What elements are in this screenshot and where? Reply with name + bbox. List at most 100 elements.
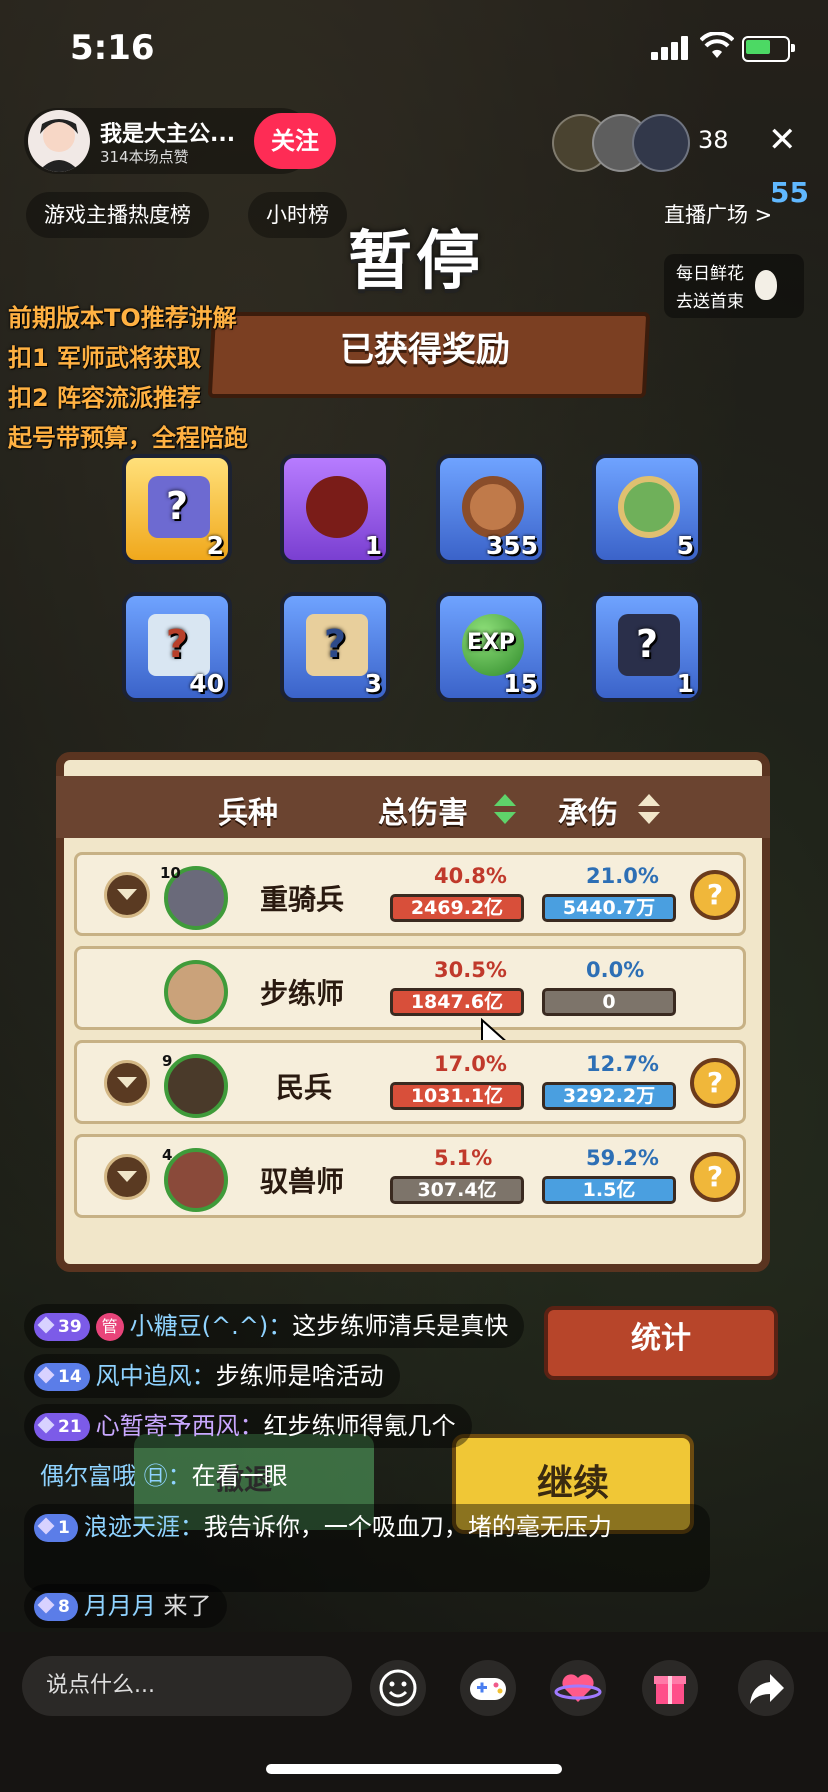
gift-icon[interactable] [642, 1660, 698, 1716]
reward-mystery-chest[interactable]: ? 2 [122, 454, 232, 564]
column-damage[interactable]: 总伤害 [378, 788, 468, 832]
question-mark: ? [165, 484, 189, 528]
follow-button[interactable]: 关注 [254, 113, 336, 169]
unit-name: 民兵 [276, 1071, 333, 1104]
battery-icon [742, 36, 795, 62]
comment-input[interactable]: 说点什么... [22, 1656, 352, 1716]
damage-value: 2469.2亿 [390, 894, 524, 922]
reward-exp-orb[interactable]: EXP 15 [436, 592, 546, 702]
damage-percent: 40.8% [434, 864, 507, 888]
chat-username[interactable]: 月月月 [84, 1592, 156, 1620]
taken-value: 0 [542, 988, 676, 1016]
pause-title: 暂停 [348, 225, 484, 299]
question-mark: ? [165, 622, 189, 666]
hour-rank-tag[interactable]: 小时榜 [248, 192, 347, 238]
reward-scroll-blue[interactable]: ? 40 [122, 592, 232, 702]
user-level-badge: 8 [34, 1593, 78, 1621]
promo-line-1: 前期版本TO推荐讲解 [8, 304, 237, 332]
taken-sort-icon[interactable] [638, 794, 660, 824]
stats-button[interactable]: 统计 [544, 1306, 778, 1380]
taken-percent: 21.0% [586, 864, 659, 888]
reward-wine-jar[interactable]: 1 [280, 454, 390, 564]
reward-title: 已获得奖励 [340, 330, 510, 370]
chat-text: 在看一眼 [191, 1462, 288, 1490]
damage-value: 307.4亿 [390, 1176, 524, 1204]
expand-row-icon[interactable] [104, 1060, 150, 1106]
chat-text: 来了 [163, 1592, 212, 1620]
chat-message[interactable]: 39 管小糖豆(^.^)：这步练师清兵是真快 [24, 1304, 525, 1348]
chat-message[interactable]: 1 浪迹天涯：我告诉你，一个吸血刀，堵的毫无压力 [24, 1504, 710, 1592]
status-time: 5:16 [70, 28, 155, 68]
chat-message[interactable]: 21 心暂寄予西风：红步练师得氪几个 [24, 1404, 472, 1448]
damage-percent: 17.0% [434, 1052, 507, 1076]
unit-avatar [164, 1148, 228, 1212]
flower-gift-icon [755, 270, 777, 300]
unit-info-button[interactable]: ? [690, 870, 740, 920]
user-level-badge: 39 [34, 1313, 90, 1341]
game-controller-icon[interactable] [460, 1660, 516, 1716]
copper-coin-icon [462, 476, 524, 538]
share-icon[interactable] [738, 1660, 794, 1716]
promo-line-4: 起号带预算，全程陪跑 [8, 424, 248, 452]
chat-text: 我告诉你，一个吸血刀，堵的毫无压力 [203, 1513, 612, 1541]
unit-name: 重骑兵 [260, 883, 345, 916]
viewer-count[interactable]: 38 [698, 126, 729, 154]
reward-scroll-tan[interactable]: ? 3 [280, 592, 390, 702]
column-taken[interactable]: 承伤 [558, 788, 618, 832]
chat-message[interactable]: 8 月月月 来了 [24, 1584, 228, 1628]
reward-jade-pendant[interactable]: 5 [592, 454, 702, 564]
moderator-badge: 管 [95, 1313, 124, 1341]
reward-copper-coin[interactable]: 355 [436, 454, 546, 564]
reward-count: 40 [189, 669, 224, 698]
emoji-icon[interactable] [370, 1660, 426, 1716]
jade-pendant-icon [618, 476, 680, 538]
unit-avatar [164, 960, 228, 1024]
reward-count: 15 [503, 669, 538, 698]
chat-username[interactable]: 偶尔富哦 ㊐： [40, 1462, 192, 1490]
chat-username[interactable]: 心暂寄予西风： [96, 1412, 264, 1440]
reward-count: 2 [206, 531, 224, 560]
close-icon[interactable]: ✕ [768, 120, 797, 160]
chat-username[interactable]: 浪迹天涯： [84, 1513, 204, 1541]
taken-percent: 12.7% [586, 1052, 659, 1076]
damage-sort-icon[interactable] [494, 794, 516, 824]
damage-value: 1031.1亿 [390, 1082, 524, 1110]
streamer-name: 我是大主公... [100, 122, 236, 147]
unit-level: 10 [160, 864, 181, 882]
unit-level: 9 [162, 1052, 173, 1070]
unit-name: 步练师 [260, 977, 345, 1010]
chat-username[interactable]: 小糖豆(^.^)： [130, 1312, 293, 1340]
user-level-badge: 14 [34, 1363, 90, 1391]
chat-text: 红步练师得氪几个 [263, 1412, 456, 1440]
viewer-avatar[interactable] [632, 114, 690, 172]
damage-value: 1847.6亿 [390, 988, 524, 1016]
home-indicator[interactable] [266, 1764, 562, 1774]
heart-planet-icon[interactable] [550, 1660, 606, 1716]
wifi-icon [700, 32, 734, 58]
damage-percent: 5.1% [434, 1146, 493, 1170]
hot-rank-tag[interactable]: 游戏主播热度榜 [26, 192, 209, 238]
chat-text: 这步练师清兵是真快 [292, 1312, 509, 1340]
daily-flower-card[interactable]: 每日鲜花 去送首束 [664, 254, 804, 318]
taken-percent: 59.2% [586, 1146, 659, 1170]
chat-username[interactable]: 风中追风： [96, 1362, 216, 1390]
live-square-link[interactable]: 直播广场 > [664, 192, 772, 238]
unit-info-button[interactable]: ? [690, 1152, 740, 1202]
damage-percent: 30.5% [434, 958, 507, 982]
reward-count: 355 [485, 531, 538, 560]
cellular-signal-icon [651, 36, 691, 60]
chat-message[interactable]: 偶尔富哦 ㊐：在看一眼 [24, 1454, 304, 1498]
taken-value: 3292.2万 [542, 1082, 676, 1110]
expand-row-icon[interactable] [104, 1154, 150, 1200]
reward-count: 5 [676, 531, 694, 560]
unit-avatar [164, 1054, 228, 1118]
game-level-badge: 55 [770, 176, 809, 209]
streamer-avatar[interactable] [28, 110, 90, 172]
chat-message[interactable]: 14 风中追风：步练师是啥活动 [24, 1354, 400, 1398]
expand-row-icon[interactable] [104, 872, 150, 918]
unit-info-button[interactable]: ? [690, 1058, 740, 1108]
promo-line-3: 扣2 阵容流派推荐 [8, 384, 202, 412]
reward-mystery-armor[interactable]: ? 1 [592, 592, 702, 702]
reward-count: 1 [676, 669, 694, 698]
question-mark: ? [635, 622, 659, 666]
